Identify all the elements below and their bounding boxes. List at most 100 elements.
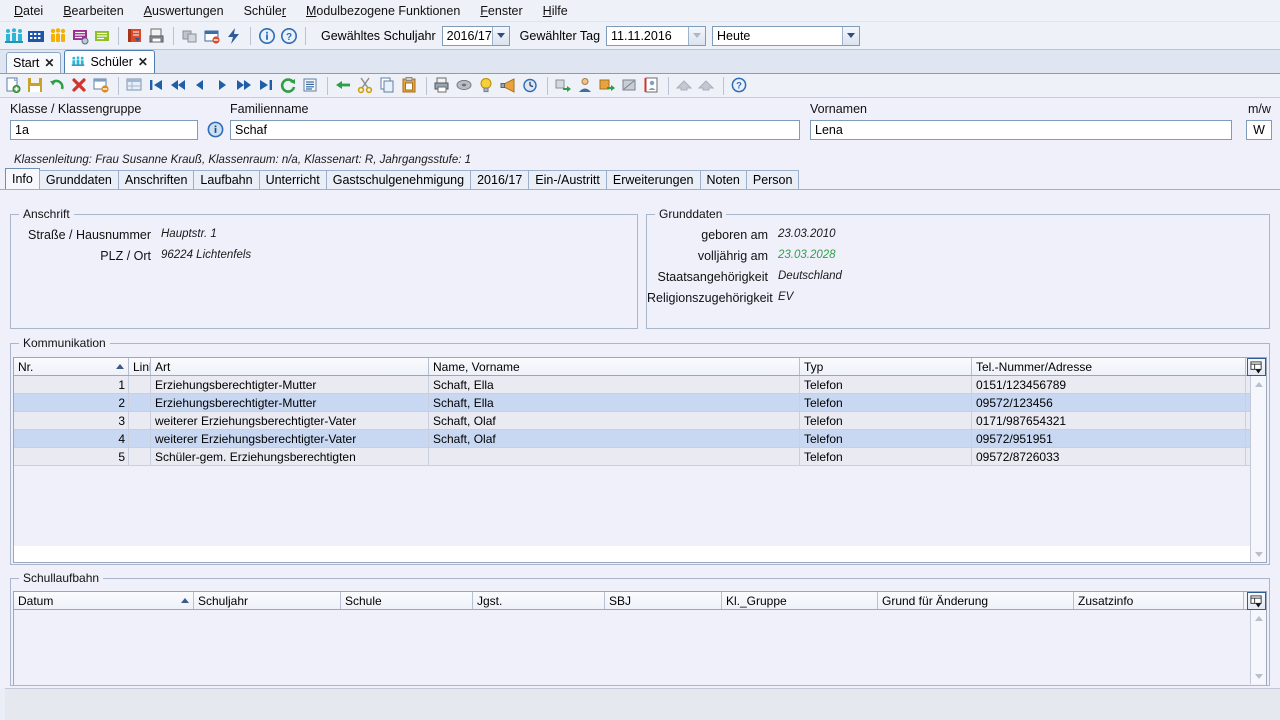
tab-noten[interactable]: Noten <box>699 170 747 189</box>
paste-icon[interactable] <box>400 76 420 96</box>
user-icon[interactable] <box>576 76 596 96</box>
menu-item-modulbezogene-funktionen[interactable]: Modulbezogene Funktionen <box>296 1 470 21</box>
today-select[interactable]: Heute <box>712 25 861 46</box>
scroll-down-icon[interactable] <box>1251 668 1266 684</box>
menu-item-auswertungen[interactable]: Auswertungen <box>134 1 234 21</box>
students-group-icon[interactable] <box>4 26 24 46</box>
column-header[interactable]: Name, Vorname <box>429 358 800 375</box>
tab-grunddaten[interactable]: Grunddaten <box>38 170 119 189</box>
list-icon[interactable] <box>301 76 321 96</box>
menu-item-schueler[interactable]: Schüler <box>234 1 296 21</box>
column-header[interactable]: Grund für Änderung <box>878 592 1074 609</box>
lightning-icon[interactable] <box>224 26 244 46</box>
new-record-icon[interactable] <box>4 76 24 96</box>
column-header[interactable]: Nr. <box>14 358 129 375</box>
column-header[interactable]: Typ <box>800 358 972 375</box>
grey-modules-icon[interactable] <box>180 26 200 46</box>
nav-next-page-icon[interactable] <box>235 76 255 96</box>
schullaufbahn-grid-body[interactable] <box>14 610 1266 685</box>
menu-item-hilfe[interactable]: Hilfe <box>533 1 578 21</box>
column-header[interactable]: Tel.-Nummer/Adresse <box>972 358 1246 375</box>
delete-icon[interactable] <box>70 76 90 96</box>
nav-prev-icon[interactable] <box>191 76 211 96</box>
purple-list-icon[interactable] <box>70 26 90 46</box>
table-row[interactable]: 2 Erziehungsberechtigter-Mutter Schaft, El… <box>14 394 1266 412</box>
column-header[interactable]: Schuljahr <box>194 592 341 609</box>
copy-icon[interactable] <box>378 76 398 96</box>
menu-item-fenster[interactable]: Fenster <box>470 1 532 21</box>
class-input[interactable]: 1a <box>10 120 198 140</box>
close-icon[interactable]: ✕ <box>138 55 148 69</box>
table-view-icon[interactable] <box>125 76 145 96</box>
kommunikation-scrollbar[interactable] <box>1250 376 1266 562</box>
help-icon[interactable]: ? <box>279 26 299 46</box>
tab-person[interactable]: Person <box>745 170 800 189</box>
scroll-up-icon[interactable] <box>1251 376 1266 392</box>
class-people-icon[interactable] <box>48 26 68 46</box>
column-header[interactable]: Zusatzinfo <box>1074 592 1244 609</box>
tab-gastschulgenehmigung[interactable]: Gastschulgenehmigung <box>325 170 472 189</box>
schoolyear-select[interactable]: 2016/17 <box>441 25 510 46</box>
column-header[interactable]: SBJ <box>605 592 722 609</box>
tab-anschriften[interactable]: Anschriften <box>117 170 195 189</box>
table-row[interactable]: 3 weiterer Erziehungsberechtigter-Vater Sc… <box>14 412 1266 430</box>
tab-laufbahn[interactable]: Laufbahn <box>193 170 260 189</box>
window-tab-schueler[interactable]: Schüler ✕ <box>64 50 155 73</box>
nav-prev-page-icon[interactable] <box>169 76 189 96</box>
refresh-icon[interactable] <box>279 76 299 96</box>
address-book-icon[interactable] <box>642 76 662 96</box>
column-header[interactable]: Kl._Gruppe <box>722 592 878 609</box>
save-icon[interactable] <box>26 76 46 96</box>
table-row[interactable]: 5 Schüler-gem. Erziehungsberechtigten Tele… <box>14 448 1266 466</box>
red-book-icon[interactable] <box>125 26 145 46</box>
window-close-icon[interactable] <box>202 26 222 46</box>
green-list-icon[interactable] <box>92 26 112 46</box>
kommunikation-grid-body[interactable]: 1 Erziehungsberechtigter-Mutter Schaft, El… <box>14 376 1266 546</box>
grid-config-icon[interactable] <box>1247 358 1266 376</box>
nav-first-icon[interactable] <box>147 76 167 96</box>
column-header[interactable]: Schule <box>341 592 473 609</box>
kommunikation-grid[interactable]: Nr. Link Art Name, Vorname Typ Tel.-Nummer/Ad… <box>13 357 1267 563</box>
grid-config-icon[interactable] <box>1247 592 1266 610</box>
tab-erweiterungen[interactable]: Erweiterungen <box>605 170 701 189</box>
tab-schuljahr[interactable]: 2016/17 <box>470 170 530 189</box>
window-tab-start[interactable]: Start ✕ <box>6 52 62 73</box>
print-icon[interactable] <box>433 76 453 96</box>
school-building-icon[interactable] <box>26 26 46 46</box>
info-icon[interactable] <box>206 120 225 142</box>
folder-export-icon[interactable] <box>598 76 618 96</box>
record-remove-icon[interactable] <box>92 76 112 96</box>
clock-icon[interactable] <box>521 76 541 96</box>
column-header[interactable]: Art <box>151 358 429 375</box>
day-date-input[interactable]: 11.11.2016 <box>606 25 707 46</box>
undo-icon[interactable] <box>48 76 68 96</box>
report-print-icon[interactable] <box>147 26 167 46</box>
table-row[interactable]: 4 weiterer Erziehungsberechtigter-Vater Sc… <box>14 430 1266 448</box>
schullaufbahn-scrollbar[interactable] <box>1250 610 1266 684</box>
info-icon[interactable] <box>257 26 277 46</box>
schullaufbahn-grid[interactable]: Datum Schuljahr Schule Jgst. SBJ Kl._Gruppe Gr… <box>13 591 1267 685</box>
tab-info[interactable]: Info <box>5 168 40 189</box>
gender-input[interactable]: W <box>1246 120 1272 140</box>
chevron-down-icon[interactable] <box>842 26 860 45</box>
scroll-down-icon[interactable] <box>1251 546 1266 562</box>
note-icon[interactable] <box>620 76 640 96</box>
column-header[interactable]: Link <box>129 358 151 375</box>
close-icon[interactable]: ✕ <box>44 56 54 70</box>
idea-bulb-icon[interactable] <box>477 76 497 96</box>
column-header[interactable]: Jgst. <box>473 592 605 609</box>
tab-unterricht[interactable]: Unterricht <box>258 170 327 189</box>
menu-item-bearbeiten[interactable]: Bearbeiten <box>53 1 133 21</box>
table-row[interactable]: 1 Erziehungsberechtigter-Mutter Schaft, El… <box>14 376 1266 394</box>
chevron-down-icon[interactable] <box>491 26 509 45</box>
scroll-up-icon[interactable] <box>1251 610 1266 626</box>
back-arrow-icon[interactable] <box>334 76 354 96</box>
help-blue-icon[interactable]: ? <box>730 76 750 96</box>
firstname-input[interactable]: Lena <box>810 120 1232 140</box>
lastname-input[interactable]: Schaf <box>230 120 800 140</box>
column-header[interactable]: Datum <box>14 592 194 609</box>
menu-item-datei[interactable]: DDateiatei <box>4 1 53 21</box>
nav-next-icon[interactable] <box>213 76 233 96</box>
module-export-icon[interactable] <box>554 76 574 96</box>
preview-icon[interactable] <box>455 76 475 96</box>
